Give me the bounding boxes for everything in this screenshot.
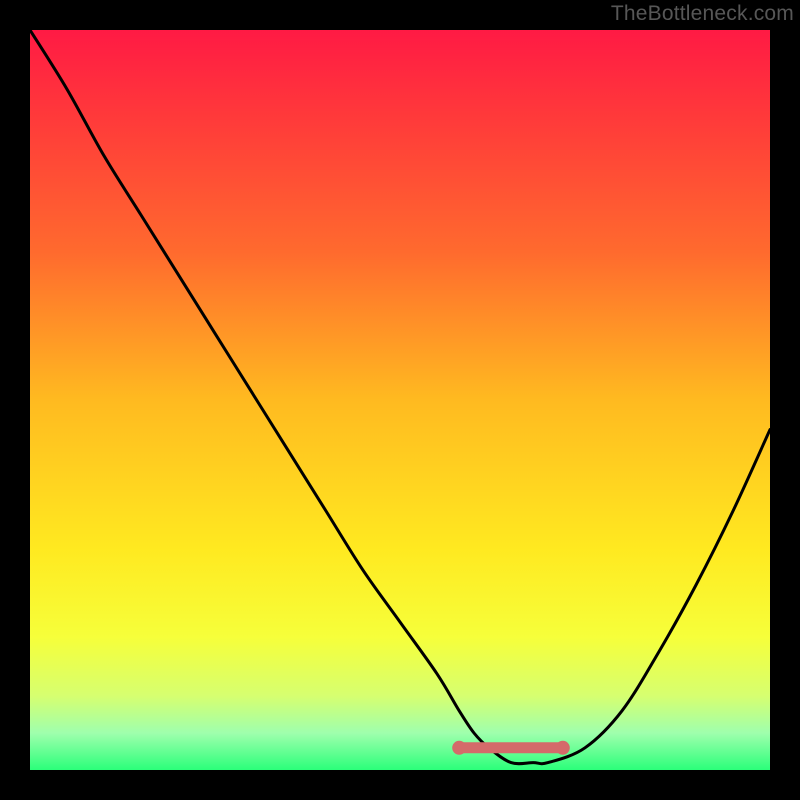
watermark-text: TheBottleneck.com (611, 2, 794, 26)
chart-frame: TheBottleneck.com (0, 0, 800, 800)
plot-area (30, 30, 770, 770)
gradient-background (30, 30, 770, 770)
band-start-dot (452, 741, 466, 755)
chart-svg (30, 30, 770, 770)
band-end-dot (556, 741, 570, 755)
